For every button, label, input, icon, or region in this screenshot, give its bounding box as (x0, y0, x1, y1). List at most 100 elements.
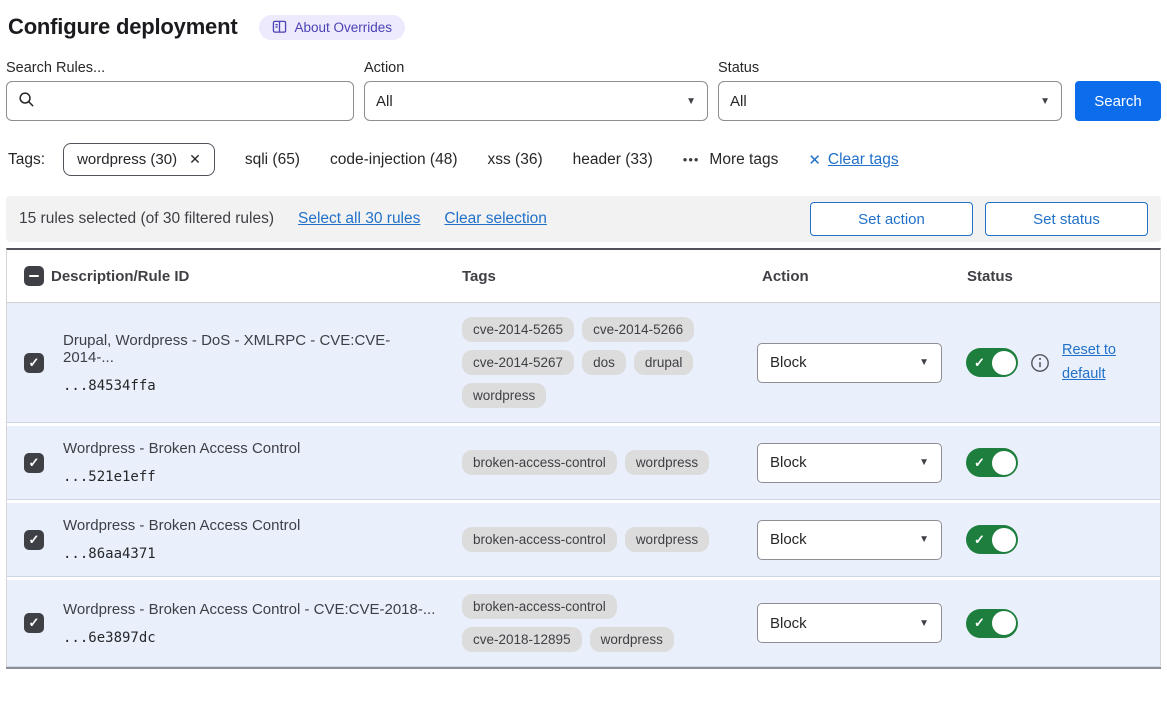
check-icon: ✓ (29, 355, 40, 371)
clear-tags-link[interactable]: ✕ Clear tags (808, 151, 898, 169)
tag-chip: dos (582, 350, 626, 375)
reset-to-default-link[interactable]: Reset to default (1062, 339, 1126, 387)
filters-row: Search Rules... Action All ▼ Status All (6, 60, 1161, 121)
action-select[interactable]: Block ▼ (757, 520, 942, 560)
tag-chip: wordpress (462, 383, 546, 408)
status-filter-label: Status (718, 60, 1062, 76)
override-info: Reset to default (1030, 339, 1126, 387)
row-description: Wordpress - Broken Access Control - CVE:… (63, 601, 437, 618)
chevron-down-icon: ▼ (919, 534, 929, 545)
table-row: ✓ Wordpress - Broken Access Control - CV… (7, 580, 1160, 667)
select-all-rules-link[interactable]: Select all 30 rules (298, 210, 420, 228)
rule-id: ...84534ffa (63, 378, 437, 394)
status-filter-select[interactable]: All ▼ (718, 81, 1062, 121)
tag-chip: broken-access-control (462, 450, 617, 475)
action-select-value: Block (770, 531, 807, 548)
search-icon (18, 91, 35, 112)
action-select-value: Block (770, 615, 807, 632)
action-filter: Action All ▼ (364, 60, 708, 121)
chevron-down-icon: ▼ (919, 357, 929, 368)
action-select[interactable]: Block ▼ (757, 443, 942, 483)
tag-chip: wordpress (625, 450, 709, 475)
selected-tag-chip-wordpress[interactable]: wordpress (30) ✕ (63, 143, 215, 176)
tag-filter[interactable]: sqli (65) (245, 151, 300, 169)
rule-id: ...86aa4371 (63, 546, 437, 562)
search-rules-input[interactable] (44, 93, 342, 110)
clear-selection-link[interactable]: Clear selection (444, 210, 547, 228)
toggle-knob (992, 451, 1016, 475)
book-icon (272, 20, 287, 34)
row-description: Drupal, Wordpress - DoS - XMLRPC - CVE:C… (63, 332, 437, 366)
more-tags-button[interactable]: ••• More tags (683, 151, 779, 169)
status-toggle[interactable]: ✓ (966, 609, 1018, 638)
action-filter-value: All (376, 93, 393, 110)
ellipsis-icon: ••• (683, 152, 700, 167)
row-checkbox[interactable]: ✓ (24, 453, 44, 473)
table-bottom-border (6, 667, 1161, 669)
action-select-value: Block (770, 354, 807, 371)
status-toggle[interactable]: ✓ (966, 348, 1018, 377)
search-box (6, 81, 354, 121)
row-tags: broken-access-controlwordpress (462, 527, 714, 552)
chevron-down-icon: ▼ (1040, 96, 1050, 107)
check-icon: ✓ (974, 532, 985, 548)
about-overrides-label: About Overrides (294, 20, 392, 35)
action-select-value: Block (770, 454, 807, 471)
remove-tag-icon[interactable]: ✕ (189, 151, 201, 168)
tag-list: sqli (65) code-injection (48) xss (36) head… (245, 151, 653, 169)
clear-tags-label: Clear tags (828, 151, 899, 169)
status-filter: Status All ▼ (718, 60, 1062, 121)
col-header-status: Status (951, 268, 1160, 285)
row-checkbox[interactable]: ✓ (24, 530, 44, 550)
page-header: Configure deployment About Overrides (8, 14, 1159, 40)
table-row: ✓ Drupal, Wordpress - DoS - XMLRPC - CVE… (7, 303, 1160, 423)
tag-chip: cve-2014-5267 (462, 350, 574, 375)
tag-filter[interactable]: code-injection (48) (330, 151, 458, 169)
set-action-button[interactable]: Set action (810, 202, 973, 236)
row-checkbox[interactable]: ✓ (24, 353, 44, 373)
tags-label: Tags: (8, 151, 45, 169)
more-tags-label: More tags (709, 151, 778, 169)
toggle-knob (992, 611, 1016, 635)
select-all-checkbox[interactable] (24, 266, 44, 286)
tag-chip: drupal (634, 350, 694, 375)
tag-chip: wordpress (590, 627, 674, 652)
rule-id: ...6e3897dc (63, 630, 437, 646)
col-header-tags: Tags (451, 268, 751, 285)
action-filter-select[interactable]: All ▼ (364, 81, 708, 121)
action-select[interactable]: Block ▼ (757, 343, 942, 383)
status-toggle[interactable]: ✓ (966, 448, 1018, 477)
row-tags: cve-2014-5265cve-2014-5266cve-2014-5267d… (462, 317, 714, 408)
search-button[interactable]: Search (1075, 81, 1161, 121)
set-status-button[interactable]: Set status (985, 202, 1148, 236)
page-title: Configure deployment (8, 14, 237, 40)
toggle-knob (992, 528, 1016, 552)
chevron-down-icon: ▼ (919, 457, 929, 468)
tag-filter[interactable]: xss (36) (488, 151, 543, 169)
table-row: ✓ Wordpress - Broken Access Control ...8… (7, 503, 1160, 577)
info-icon[interactable] (1030, 353, 1050, 373)
status-filter-value: All (730, 93, 747, 110)
chevron-down-icon: ▼ (919, 618, 929, 629)
row-description: Wordpress - Broken Access Control (63, 517, 437, 534)
rule-id: ...521e1eff (63, 469, 437, 485)
bulk-action-buttons: Set action Set status (810, 202, 1148, 236)
row-checkbox[interactable]: ✓ (24, 613, 44, 633)
table-body: ✓ Drupal, Wordpress - DoS - XMLRPC - CVE… (7, 303, 1160, 667)
action-select[interactable]: Block ▼ (757, 603, 942, 643)
tag-chip: broken-access-control (462, 527, 617, 552)
tags-bar: Tags: wordpress (30) ✕ sqli (65) code-inj… (8, 143, 1161, 176)
check-icon: ✓ (974, 615, 985, 631)
toggle-knob (992, 351, 1016, 375)
selected-tag-label: wordpress (30) (77, 151, 177, 168)
about-overrides-badge[interactable]: About Overrides (259, 15, 405, 40)
search-rules-filter: Search Rules... (6, 60, 354, 121)
status-toggle[interactable]: ✓ (966, 525, 1018, 554)
check-icon: ✓ (974, 455, 985, 471)
selection-bar: 15 rules selected (of 30 filtered rules)… (6, 196, 1161, 242)
check-icon: ✓ (29, 615, 40, 631)
chevron-down-icon: ▼ (686, 96, 696, 107)
check-icon: ✓ (29, 532, 40, 548)
tag-filter[interactable]: header (33) (573, 151, 653, 169)
check-icon: ✓ (974, 355, 985, 371)
